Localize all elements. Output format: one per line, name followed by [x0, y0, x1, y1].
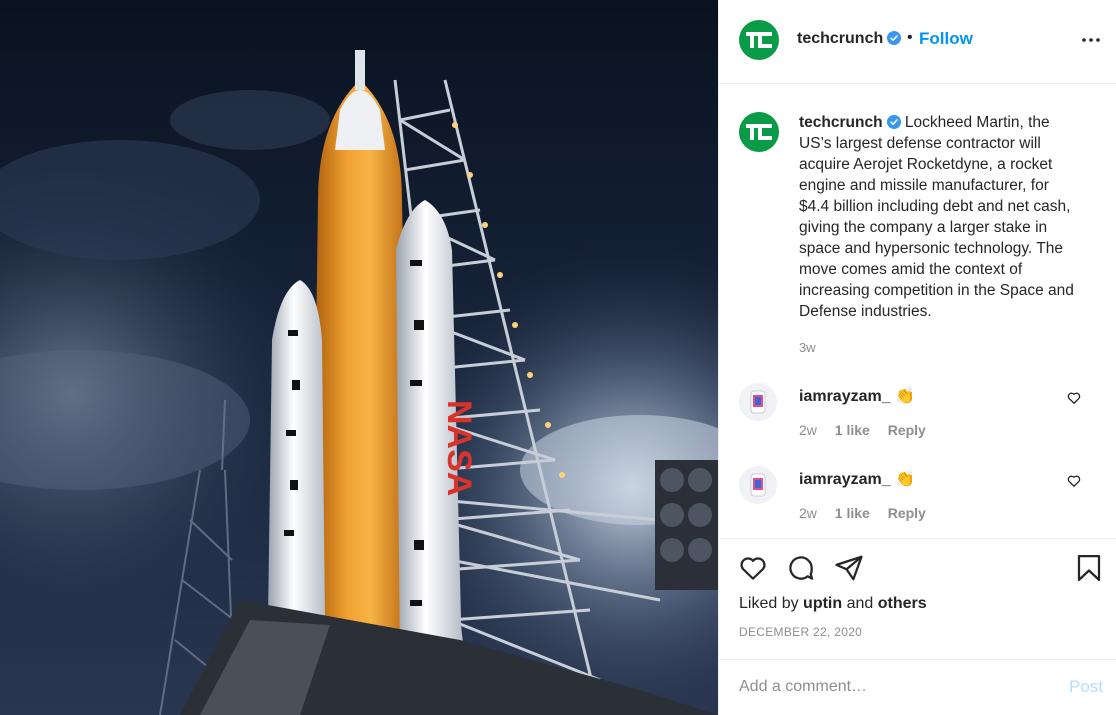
heart-icon[interactable]: [1067, 391, 1081, 405]
heart-icon[interactable]: [1067, 474, 1081, 488]
caption-username[interactable]: techcrunch: [799, 114, 883, 131]
caption-text: Lockheed Martin, the US’s largest defens…: [799, 114, 1074, 320]
rocket-launch-photo: NASA: [0, 0, 718, 715]
comment-username[interactable]: iamrayzam_ 👏: [799, 386, 915, 406]
comment-age[interactable]: 2w: [799, 505, 817, 521]
comment-icon[interactable]: [786, 553, 816, 583]
post-header: techcrunch • Follow: [719, 0, 1116, 84]
post-date[interactable]: DECEMBER 22, 2020: [739, 625, 862, 639]
comment-text: 👏: [895, 471, 915, 488]
liked-by: Liked by uptin and others: [739, 595, 927, 613]
bookmark-icon[interactable]: [1074, 553, 1104, 583]
caption-avatar[interactable]: [739, 112, 779, 152]
avatar-image: [739, 383, 777, 421]
post-details-panel: techcrunch • Follow techcrunch Lockheed …: [718, 0, 1116, 715]
comment-username-text[interactable]: iamrayzam_: [799, 388, 891, 405]
follow-button[interactable]: Follow: [919, 29, 973, 49]
add-comment-bar: Post: [719, 659, 1116, 715]
post-actions: Liked by uptin and others DECEMBER 22, 2…: [719, 538, 1116, 663]
reply-button[interactable]: Reply: [888, 505, 926, 521]
comment-age[interactable]: 2w: [799, 422, 817, 438]
comment-likes[interactable]: 1 like: [835, 505, 870, 521]
caption-age[interactable]: 3w: [799, 340, 816, 355]
comment-input[interactable]: [739, 674, 1039, 700]
comment-meta: 2w 1 like Reply: [799, 505, 940, 521]
techcrunch-logo-icon: [746, 124, 772, 140]
header-separator: •: [907, 29, 913, 46]
techcrunch-logo-icon: [746, 32, 772, 48]
comment-item: iamrayzam_ 👏 2w 1 like Reply: [719, 466, 1116, 536]
reply-button[interactable]: Reply: [888, 422, 926, 438]
comment-item: iamrayzam_ 👏 2w 1 like Reply: [719, 383, 1116, 453]
liked-prefix: Liked by: [739, 595, 799, 612]
comment-text: 👏: [895, 388, 915, 405]
comment-likes[interactable]: 1 like: [835, 422, 870, 438]
more-options-icon[interactable]: [1081, 30, 1101, 50]
commenter-avatar[interactable]: [739, 466, 777, 504]
liked-user[interactable]: uptin: [803, 595, 842, 612]
comment-username-text[interactable]: iamrayzam_: [799, 471, 891, 488]
liked-and: and: [846, 595, 874, 612]
verified-badge-icon: [886, 115, 901, 129]
post-image[interactable]: NASA: [0, 0, 718, 715]
comment-username[interactable]: iamrayzam_ 👏: [799, 469, 915, 489]
header-username[interactable]: techcrunch: [797, 30, 902, 48]
share-icon[interactable]: [834, 553, 864, 583]
like-heart-icon[interactable]: [738, 553, 768, 583]
header-username-text[interactable]: techcrunch: [797, 30, 883, 47]
post-comment-button[interactable]: Post: [1069, 677, 1103, 697]
verified-badge-icon: [887, 31, 902, 45]
liked-others[interactable]: others: [878, 595, 927, 612]
techcrunch-avatar[interactable]: [739, 20, 779, 60]
caption-body: techcrunch Lockheed Martin, the US’s lar…: [799, 112, 1081, 322]
nasa-logo: NASA: [440, 400, 478, 496]
avatar-image: [739, 466, 777, 504]
commenter-avatar[interactable]: [739, 383, 777, 421]
comment-meta: 2w 1 like Reply: [799, 422, 940, 438]
